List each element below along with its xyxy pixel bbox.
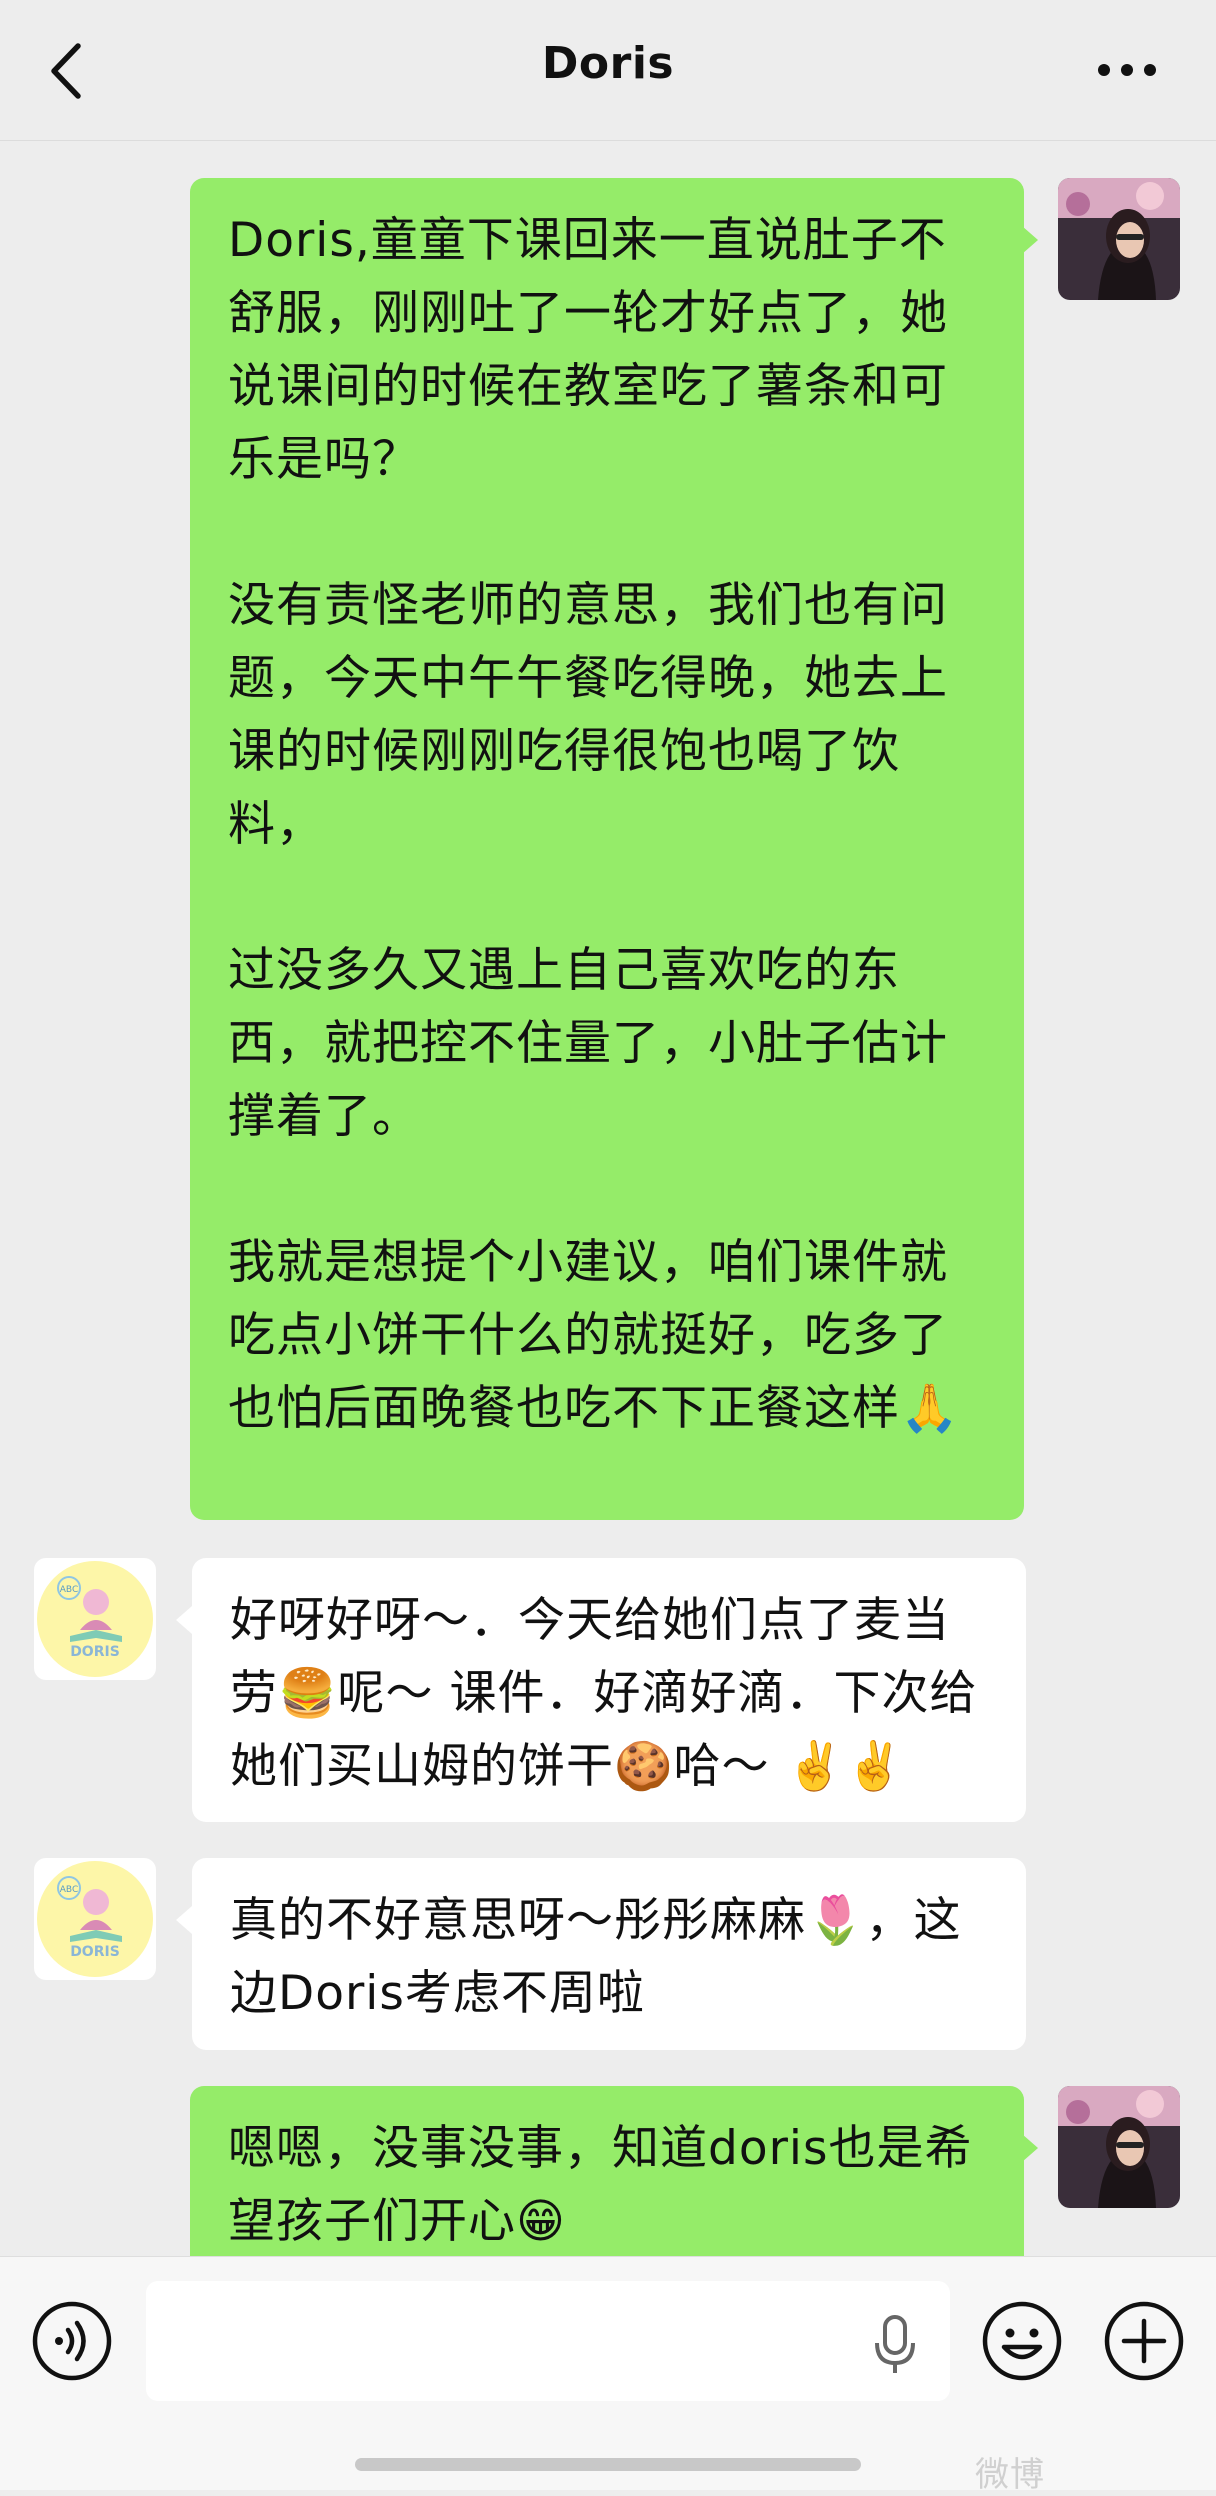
- chat-title: Doris: [541, 38, 675, 89]
- contact-avatar[interactable]: ABC DORIS: [34, 1558, 156, 1680]
- more-horizontal-icon: [1098, 64, 1156, 76]
- outgoing-message-bubble[interactable]: 嗯嗯，没事没事，知道doris也是希望孩子们开心😁: [190, 2086, 1024, 2282]
- logo-brand-text: DORIS: [70, 1644, 120, 1660]
- bubble-tail: [1022, 2134, 1038, 2162]
- bubble-tail: [176, 1606, 192, 1634]
- emoji-icon: [982, 2301, 1062, 2381]
- emoji-button[interactable]: [980, 2299, 1064, 2383]
- bubble-tail: [1022, 226, 1038, 254]
- user-photo-avatar: [1058, 2086, 1180, 2208]
- more-options-button[interactable]: [1092, 50, 1162, 90]
- logo-abc-text: ABC: [60, 1585, 78, 1595]
- doris-logo-avatar: ABC DORIS: [34, 1858, 156, 1980]
- input-bar: 微博: [0, 2256, 1216, 2495]
- self-avatar[interactable]: [1058, 2086, 1180, 2208]
- bubble-tail: [176, 1906, 192, 1934]
- voice-input-icon: [32, 2301, 112, 2381]
- message-input[interactable]: [146, 2281, 950, 2401]
- user-photo-avatar: [1058, 178, 1180, 300]
- doris-logo-avatar: ABC DORIS: [34, 1558, 156, 1680]
- microphone-icon: [875, 2315, 915, 2373]
- microphone-button[interactable]: [870, 2313, 920, 2377]
- voice-input-button[interactable]: [30, 2299, 114, 2383]
- plus-icon: [1104, 2301, 1184, 2381]
- outgoing-message-bubble[interactable]: Doris,童童下课回来一直说肚子不舒服，刚刚吐了一轮才好点了，她说课间的时候在…: [190, 178, 1024, 1520]
- incoming-message-bubble[interactable]: 好呀好呀～．今天给她们点了麦当劳🍔呢～ 课件．好滴好滴．下次给她们买山姆的饼干🍪…: [192, 1558, 1026, 1822]
- chat-header: Doris: [0, 0, 1216, 141]
- more-functions-button[interactable]: [1102, 2299, 1186, 2383]
- contact-avatar[interactable]: ABC DORIS: [34, 1858, 156, 1980]
- logo-brand-text: DORIS: [70, 1944, 120, 1960]
- home-indicator[interactable]: [355, 2458, 861, 2471]
- self-avatar[interactable]: [1058, 178, 1180, 300]
- incoming-message-bubble[interactable]: 真的不好意思呀～彤彤麻麻🌷，这边Doris考虑不周啦: [192, 1858, 1026, 2050]
- logo-abc-text: ABC: [60, 1885, 78, 1895]
